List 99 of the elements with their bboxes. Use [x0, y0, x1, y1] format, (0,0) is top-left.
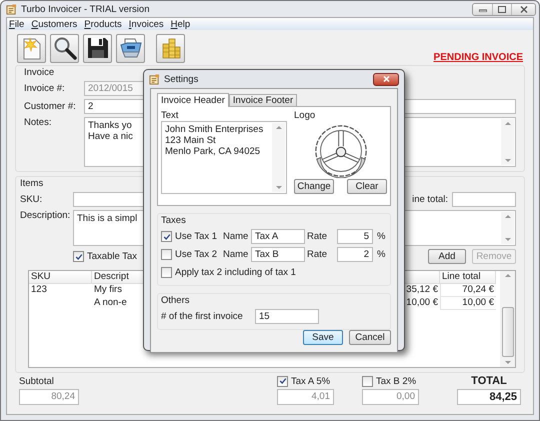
table-cell-text: My firs — [93, 284, 123, 297]
field-label: Rate — [307, 231, 328, 242]
checkbox-label: Use Tax 2 — [175, 249, 218, 260]
input-field[interactable]: Tax A — [251, 229, 305, 244]
scrollbar[interactable] — [500, 271, 515, 367]
unit-label: % — [377, 249, 386, 260]
maximize-button[interactable] — [492, 4, 511, 14]
checkbox[interactable] — [73, 251, 84, 262]
menu-item[interactable]: Invoices — [128, 18, 164, 30]
field-label: Rate — [307, 249, 328, 260]
table-cell: 10,00 € — [440, 297, 496, 310]
coins-button[interactable] — [156, 34, 185, 62]
maximize-icon — [498, 6, 506, 12]
app-icon — [149, 74, 160, 84]
down-arrow-icon[interactable] — [504, 238, 510, 241]
group-title: Taxes — [161, 215, 186, 226]
status-label: PENDING INVOICE — [434, 52, 523, 63]
field-label: # of the first invoice — [161, 311, 244, 322]
input-field[interactable]: 15 — [255, 309, 319, 324]
down-arrow-icon[interactable] — [276, 186, 282, 189]
checkbox-label: Taxable Tax — [87, 251, 137, 262]
menu-item[interactable]: Help — [170, 18, 190, 30]
add-button[interactable]: Add — [428, 249, 466, 264]
up-arrow-icon[interactable] — [276, 126, 282, 129]
subtotal-field: 80,24 — [19, 389, 79, 405]
menu-item[interactable]: Customers — [31, 18, 78, 30]
table-cell: 70,24 € — [440, 284, 496, 297]
close-button[interactable] — [511, 4, 535, 14]
checkbox[interactable] — [161, 249, 172, 260]
up-arrow-icon[interactable] — [504, 274, 510, 277]
group-title: Invoice — [24, 67, 54, 78]
scrollbar-thumb[interactable] — [502, 306, 514, 356]
checkbox-label: Tax B 2% — [376, 376, 416, 386]
scrollbar[interactable] — [501, 212, 514, 244]
table-cell-text: 123 — [30, 284, 48, 297]
up-arrow-icon[interactable] — [504, 122, 510, 125]
field-label: Invoice #: — [24, 83, 66, 94]
input-field[interactable]: Tax B — [251, 247, 305, 262]
table-cell-text: 10,00 € — [405, 297, 439, 310]
down-arrow-icon[interactable] — [504, 361, 510, 364]
total-label: TOTAL — [470, 375, 508, 387]
down-arrow-icon[interactable] — [504, 159, 510, 162]
field-label: SKU: — [20, 194, 44, 205]
field-label: Name — [223, 249, 250, 260]
coins-icon — [160, 36, 182, 60]
input-field[interactable]: 2 — [337, 247, 373, 262]
close-button[interactable] — [373, 72, 399, 86]
input-field[interactable] — [452, 192, 516, 207]
field-label: Customer #: — [24, 101, 77, 112]
search-icon — [52, 36, 76, 60]
unit-label: % — [377, 231, 386, 242]
table-cell-text: 35,12 € — [405, 284, 439, 297]
tax-field: 4,01 — [277, 389, 334, 405]
field-label: Subtotal — [19, 376, 55, 387]
field-label: Notes: — [24, 117, 52, 128]
close-icon — [520, 6, 528, 12]
tab[interactable]: Invoice Header — [157, 93, 229, 107]
field-label: Name — [223, 231, 250, 242]
input-field[interactable]: 5 — [337, 229, 373, 244]
header-text-field[interactable]: John Smith Enterprises 123 Main St Menlo Park, CA 94025 — [161, 121, 287, 194]
window-title: Turbo Invoicer - TRIAL version — [21, 4, 150, 14]
group-title: Others — [161, 295, 190, 306]
save-button[interactable]: Save — [303, 330, 343, 345]
cancel-button[interactable]: Cancel — [349, 330, 391, 345]
total-field: 84,25 — [457, 389, 521, 405]
field-label: Logo — [294, 110, 316, 121]
app-icon — [6, 4, 17, 14]
new-document-icon — [20, 36, 42, 60]
table-cell-text: A non-e — [93, 297, 128, 310]
dialog-title: Settings — [164, 74, 198, 84]
clear-button[interactable]: Clear — [347, 179, 387, 194]
checkbox-label: Use Tax 1 — [175, 231, 218, 242]
scrollbar[interactable] — [272, 123, 285, 192]
column-header[interactable]: SKU — [29, 271, 92, 284]
menu-item[interactable]: Products — [84, 18, 122, 30]
search-button[interactable] — [50, 34, 79, 62]
minimize-button[interactable] — [473, 4, 492, 14]
printer-button[interactable] — [116, 34, 145, 62]
group-title: Items — [20, 178, 44, 189]
column-header[interactable]: Line total — [440, 271, 496, 284]
tab[interactable]: Invoice Footer — [228, 94, 298, 106]
checkbox-label: Tax A 5% — [291, 376, 330, 386]
checkbox[interactable] — [362, 376, 373, 386]
close-icon — [382, 76, 390, 82]
save-button[interactable] — [83, 34, 112, 62]
up-arrow-icon[interactable] — [504, 215, 510, 218]
save-icon — [86, 37, 108, 59]
tax-field: 0,00 — [362, 389, 419, 405]
menu-item[interactable]: File — [9, 18, 24, 30]
field-label: Text — [161, 110, 180, 121]
field-label: ine total: — [412, 194, 448, 205]
field-label: Description: — [20, 210, 72, 221]
change-button[interactable]: Change — [294, 179, 334, 194]
checkbox[interactable] — [277, 376, 288, 386]
scrollbar[interactable] — [501, 119, 514, 165]
checkbox[interactable] — [161, 267, 172, 278]
checkbox[interactable] — [161, 231, 172, 242]
printer-icon — [118, 37, 142, 59]
checkbox-label: Apply tax 2 including of tax 1 — [175, 267, 296, 278]
